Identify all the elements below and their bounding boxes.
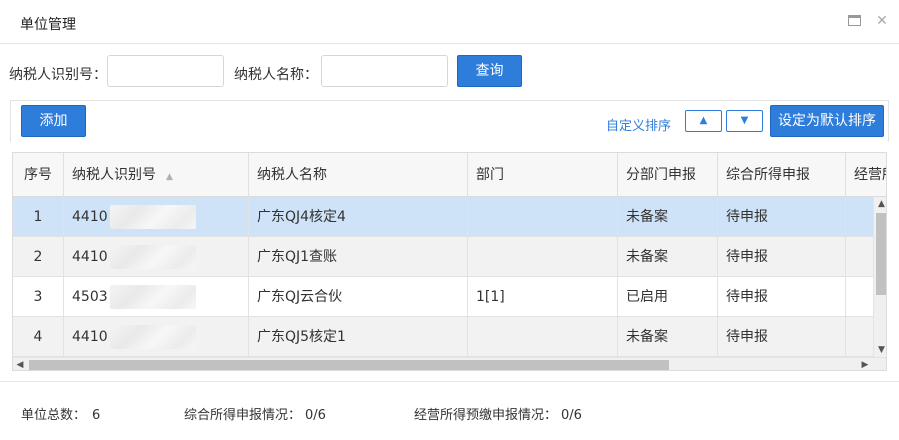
scroll-up-icon[interactable]: ▲: [874, 197, 886, 211]
taxpayer-name-input[interactable]: [321, 55, 448, 87]
cell-business-filing: [846, 317, 873, 357]
cell-taxpayer-name: 广东QJ1查账: [249, 237, 468, 277]
table-body: 1 4410 广东QJ4核定4 未备案 待申报 2 4410 广东QJ1查账 未…: [13, 197, 873, 357]
scroll-left-icon[interactable]: ◀: [13, 358, 27, 370]
table-row[interactable]: 1 4410 广东QJ4核定4 未备案 待申报: [13, 197, 873, 237]
scroll-down-icon[interactable]: ▼: [874, 343, 886, 357]
cell-index: 3: [13, 277, 64, 317]
cell-department: 1[1]: [468, 277, 618, 317]
vertical-scrollbar[interactable]: ▲ ▼: [873, 197, 886, 357]
unit-total-stat: 单位总数： 6: [21, 408, 101, 423]
footer-divider: [0, 381, 899, 382]
cell-index: 1: [13, 197, 64, 237]
cell-dept-filing: 未备案: [618, 317, 718, 357]
taxpayer-id-input[interactable]: [107, 55, 224, 87]
taxpayer-id-label: 纳税人识别号：: [9, 67, 107, 83]
cell-department: [468, 317, 618, 357]
table-row[interactable]: 3 4503 广东QJ云合伙 1[1] 已启用 待申报: [13, 277, 873, 317]
arrow-up-icon: ▲: [699, 115, 708, 126]
comprehensive-filing-stat: 综合所得申报情况： 0/6: [184, 408, 326, 423]
custom-sort-link[interactable]: 自定义排序: [606, 115, 671, 134]
table-header: 序号 纳税人识别号▲ 纳税人名称 部门 分部门申报 综合所得申报 经营所: [13, 153, 886, 197]
cell-taxpayer-id: 4410: [64, 317, 249, 357]
add-button[interactable]: 添加: [21, 105, 86, 137]
column-header-department[interactable]: 部门: [468, 153, 618, 197]
move-up-button[interactable]: ▲: [685, 110, 722, 132]
restore-icon[interactable]: [846, 13, 862, 29]
window-title: 单位管理: [20, 17, 76, 33]
scroll-right-icon[interactable]: ▶: [858, 358, 872, 370]
masked-id-overlay: [109, 245, 196, 269]
cell-comprehensive-filing: 待申报: [718, 197, 846, 237]
column-header-business-filing[interactable]: 经营所: [846, 153, 886, 197]
cell-comprehensive-filing: 待申报: [718, 317, 846, 357]
cell-taxpayer-id: 4503: [64, 277, 249, 317]
set-default-sort-button[interactable]: 设定为默认排序: [770, 105, 884, 137]
cell-department: [468, 197, 618, 237]
cell-comprehensive-filing: 待申报: [718, 277, 846, 317]
move-down-button[interactable]: ▼: [726, 110, 763, 132]
close-icon[interactable]: ✕: [874, 13, 890, 29]
cell-comprehensive-filing: 待申报: [718, 237, 846, 277]
masked-id-overlay: [109, 285, 196, 309]
masked-id-overlay: [109, 325, 196, 349]
taxpayer-name-label: 纳税人名称：: [234, 67, 318, 83]
sort-asc-icon[interactable]: ▲: [166, 172, 173, 182]
column-header-index[interactable]: 序号: [13, 153, 64, 197]
cell-index: 2: [13, 237, 64, 277]
cell-taxpayer-id: 4410: [64, 237, 249, 277]
vertical-scroll-thumb[interactable]: [876, 213, 886, 295]
column-header-comprehensive-filing[interactable]: 综合所得申报: [718, 153, 846, 197]
business-filing-stat: 经营所得预缴申报情况： 0/6: [414, 408, 582, 423]
cell-department: [468, 237, 618, 277]
masked-id-overlay: [109, 205, 196, 229]
unit-table: 序号 纳税人识别号▲ 纳税人名称 部门 分部门申报 综合所得申报 经营所 1 4…: [12, 152, 887, 371]
table-row[interactable]: 2 4410 广东QJ1查账 未备案 待申报: [13, 237, 873, 277]
cell-taxpayer-id: 4410: [64, 197, 249, 237]
cell-taxpayer-name: 广东QJ5核定1: [249, 317, 468, 357]
column-header-dept-filing[interactable]: 分部门申报: [618, 153, 718, 197]
cell-business-filing: [846, 197, 873, 237]
column-header-taxpayer-name[interactable]: 纳税人名称: [249, 153, 468, 197]
cell-taxpayer-name: 广东QJ4核定4: [249, 197, 468, 237]
horizontal-scroll-thumb[interactable]: [29, 360, 669, 370]
cell-dept-filing: 已启用: [618, 277, 718, 317]
cell-dept-filing: 未备案: [618, 197, 718, 237]
title-bar: 单位管理 ✕: [0, 0, 899, 44]
cell-business-filing: [846, 277, 873, 317]
cell-business-filing: [846, 237, 873, 277]
cell-taxpayer-name: 广东QJ云合伙: [249, 277, 468, 317]
arrow-down-icon: ▼: [740, 115, 749, 126]
query-button[interactable]: 查询: [457, 55, 522, 87]
cell-dept-filing: 未备案: [618, 237, 718, 277]
table-row[interactable]: 4 4410 广东QJ5核定1 未备案 待申报: [13, 317, 873, 357]
column-header-taxpayer-id[interactable]: 纳税人识别号 ▲: [64, 153, 249, 197]
cell-index: 4: [13, 317, 64, 357]
horizontal-scrollbar[interactable]: ◀ ▶: [13, 357, 886, 370]
